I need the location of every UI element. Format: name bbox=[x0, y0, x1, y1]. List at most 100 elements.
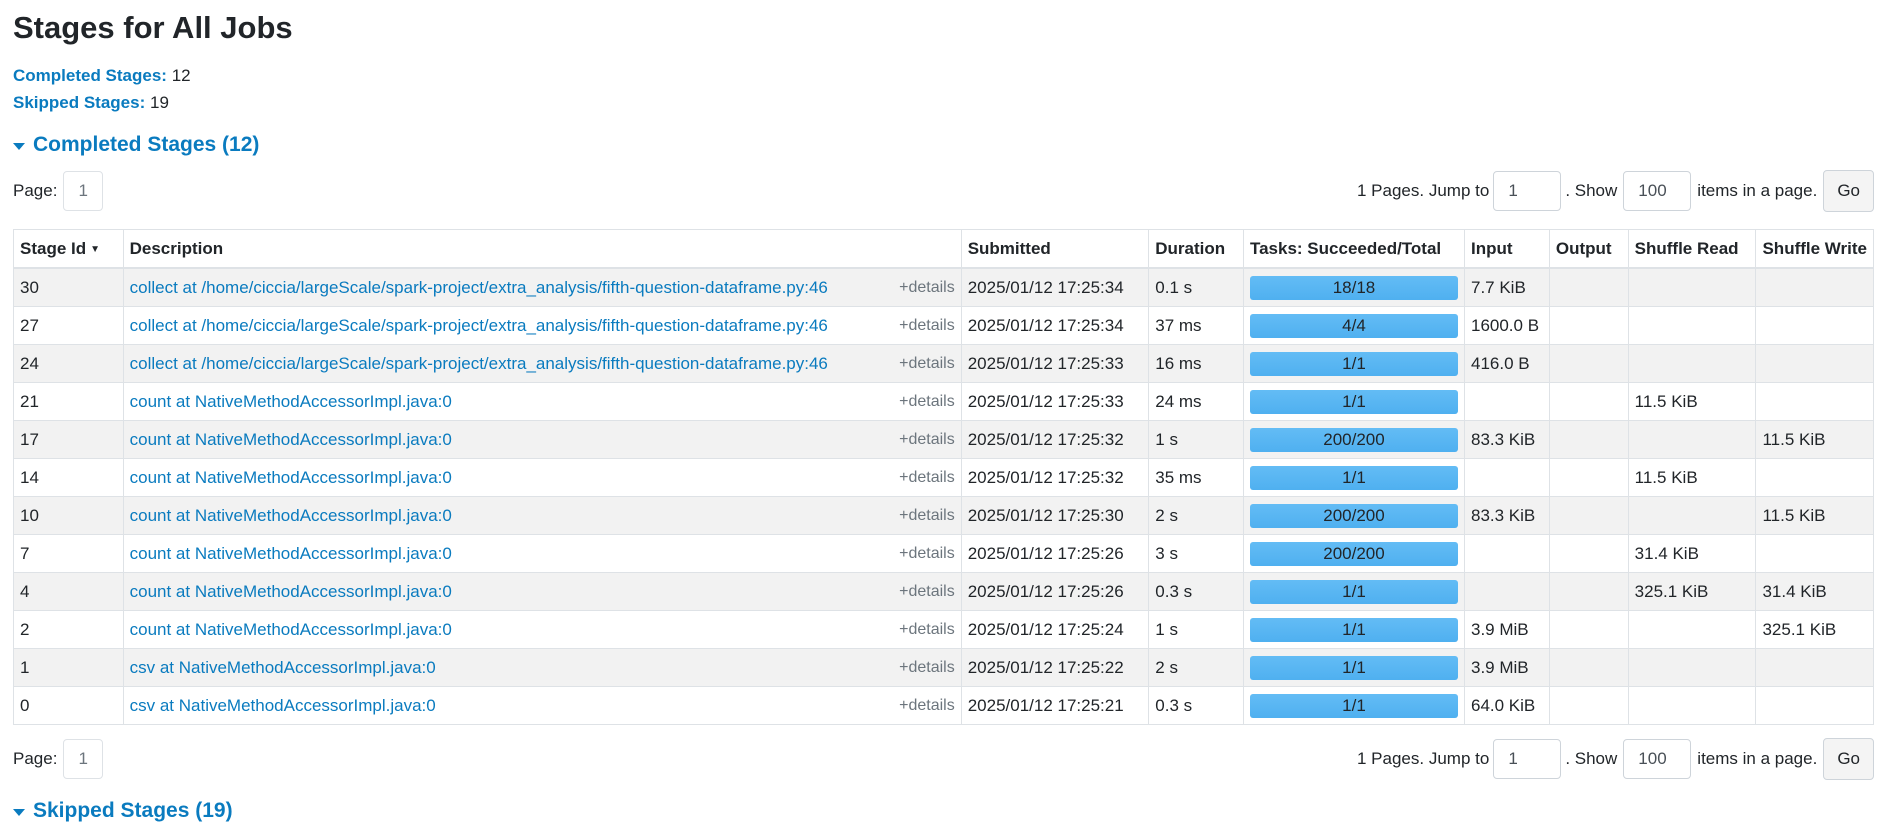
details-toggle[interactable]: +details bbox=[899, 545, 955, 563]
stage-description-link[interactable]: count at NativeMethodAccessorImpl.java:0 bbox=[130, 430, 452, 449]
table-row: 17 count at NativeMethodAccessorImpl.java… bbox=[13, 420, 1874, 459]
stage-description-link[interactable]: count at NativeMethodAccessorImpl.java:0 bbox=[130, 468, 452, 487]
page-title: Stages for All Jobs bbox=[13, 10, 293, 45]
cell-description: csv at NativeMethodAccessorImpl.java:0 +d… bbox=[122, 686, 962, 725]
column-header-description[interactable]: Description bbox=[122, 229, 962, 269]
cell-tasks: 1/1 bbox=[1242, 572, 1465, 611]
cell-input bbox=[1463, 534, 1550, 573]
column-header-shuffle-write[interactable]: Shuffle Write bbox=[1755, 229, 1874, 269]
task-progress-text: 200/200 bbox=[1323, 543, 1385, 563]
cell-description: count at NativeMethodAccessorImpl.java:0… bbox=[122, 382, 962, 421]
details-toggle[interactable]: +details bbox=[899, 583, 955, 601]
column-header-output[interactable]: Output bbox=[1548, 229, 1629, 269]
table-row: 0 csv at NativeMethodAccessorImpl.java:0 +… bbox=[13, 686, 1874, 725]
task-progress-text: 1/1 bbox=[1342, 467, 1366, 487]
cell-output bbox=[1548, 306, 1629, 345]
cell-output bbox=[1548, 458, 1629, 497]
go-button[interactable]: Go bbox=[1823, 738, 1874, 780]
cell-shuffle-write: 11.5 KiB bbox=[1755, 496, 1874, 535]
skipped-stages-header[interactable]: Skipped Stages (19) bbox=[13, 799, 233, 823]
stage-description-link[interactable]: csv at NativeMethodAccessorImpl.java:0 bbox=[130, 696, 436, 715]
stage-description-link[interactable]: count at NativeMethodAccessorImpl.java:0 bbox=[130, 544, 452, 563]
page-size-input[interactable] bbox=[1623, 171, 1692, 211]
completed-stages-link[interactable]: Completed Stages: bbox=[13, 66, 167, 85]
cell-stage-id: 24 bbox=[13, 344, 124, 383]
items-in-page-text: items in a page. bbox=[1697, 749, 1818, 768]
cell-tasks: 200/200 bbox=[1242, 496, 1465, 535]
cell-description: count at NativeMethodAccessorImpl.java:0… bbox=[122, 534, 962, 573]
cell-stage-id: 17 bbox=[13, 420, 124, 459]
task-progress-text: 18/18 bbox=[1332, 277, 1376, 297]
cell-input: 83.3 KiB bbox=[1463, 420, 1550, 459]
cell-duration: 16 ms bbox=[1148, 344, 1244, 383]
table-row: 4 count at NativeMethodAccessorImpl.java:… bbox=[13, 572, 1874, 611]
cell-duration: 0.3 s bbox=[1148, 572, 1244, 611]
page-label: Page: bbox=[13, 181, 58, 200]
column-header-tasks[interactable]: Tasks: Succeeded/Total bbox=[1242, 229, 1465, 269]
page-number-button[interactable]: 1 bbox=[63, 171, 103, 211]
jump-to-page-input[interactable] bbox=[1493, 171, 1562, 211]
cell-shuffle-read bbox=[1627, 648, 1757, 687]
task-progress-bar: 18/18 bbox=[1249, 275, 1458, 300]
details-toggle[interactable]: +details bbox=[899, 355, 955, 373]
cell-input bbox=[1463, 382, 1550, 421]
table-row: 27 collect at /home/ciccia/largeScale/spa… bbox=[13, 306, 1874, 345]
summary-skipped: Skipped Stages: 19 bbox=[13, 89, 191, 116]
cell-shuffle-write bbox=[1755, 344, 1874, 383]
details-toggle[interactable]: +details bbox=[899, 697, 955, 715]
details-toggle[interactable]: +details bbox=[899, 279, 955, 297]
stage-description-link[interactable]: collect at /home/ciccia/largeScale/spark… bbox=[130, 278, 828, 297]
go-button[interactable]: Go bbox=[1823, 170, 1874, 212]
column-header-submitted[interactable]: Submitted bbox=[960, 229, 1150, 269]
cell-output bbox=[1548, 382, 1629, 421]
task-progress-bar: 1/1 bbox=[1249, 351, 1458, 376]
column-header-duration[interactable]: Duration bbox=[1148, 229, 1244, 269]
cell-output bbox=[1548, 496, 1629, 535]
cell-description: collect at /home/ciccia/largeScale/spark… bbox=[122, 344, 962, 383]
stage-description-link[interactable]: count at NativeMethodAccessorImpl.java:0 bbox=[130, 506, 452, 525]
stage-description-link[interactable]: count at NativeMethodAccessorImpl.java:0 bbox=[130, 582, 452, 601]
details-toggle[interactable]: +details bbox=[899, 659, 955, 677]
cell-shuffle-read: 325.1 KiB bbox=[1627, 572, 1757, 611]
show-text: . Show bbox=[1565, 181, 1618, 200]
pager-top-right: 1 Pages. Jump to . Show items in a page.… bbox=[1357, 170, 1874, 212]
skipped-stages-link[interactable]: Skipped Stages: bbox=[13, 93, 145, 112]
stage-description-link[interactable]: count at NativeMethodAccessorImpl.java:0 bbox=[130, 620, 452, 639]
stage-description-link[interactable]: csv at NativeMethodAccessorImpl.java:0 bbox=[130, 658, 436, 677]
cell-shuffle-write bbox=[1755, 458, 1874, 497]
task-progress-text: 1/1 bbox=[1342, 657, 1366, 677]
completed-stages-header[interactable]: Completed Stages (12) bbox=[13, 133, 259, 157]
column-header-input[interactable]: Input bbox=[1463, 229, 1550, 269]
column-header-stage-id[interactable]: Stage Id ▼ bbox=[13, 229, 124, 269]
details-toggle[interactable]: +details bbox=[899, 431, 955, 449]
stage-description-link[interactable]: count at NativeMethodAccessorImpl.java:0 bbox=[130, 392, 452, 411]
task-progress-bar: 200/200 bbox=[1249, 427, 1458, 452]
stage-description-link[interactable]: collect at /home/ciccia/largeScale/spark… bbox=[130, 354, 828, 373]
details-toggle[interactable]: +details bbox=[899, 317, 955, 335]
page: Stages for All Jobs Completed Stages: 1 2… bbox=[0, 0, 1887, 837]
details-toggle[interactable]: +details bbox=[899, 469, 955, 487]
column-header-shuffle-read[interactable]: Shuffle Read bbox=[1627, 229, 1757, 269]
task-progress-text: 1/1 bbox=[1342, 391, 1366, 411]
cell-shuffle-write: 325.1 KiB bbox=[1755, 610, 1874, 649]
cell-tasks: 200/200 bbox=[1242, 420, 1465, 459]
details-toggle[interactable]: +details bbox=[899, 393, 955, 411]
pages-jump-text: 1 Pages. Jump to bbox=[1357, 181, 1490, 200]
page-number-button[interactable]: 1 bbox=[63, 739, 103, 779]
details-toggle[interactable]: +details bbox=[899, 507, 955, 525]
cell-shuffle-write bbox=[1755, 686, 1874, 725]
table-row: 1 csv at NativeMethodAccessorImpl.java:0 +… bbox=[13, 648, 1874, 687]
jump-to-page-input[interactable] bbox=[1493, 739, 1562, 779]
stage-description-link[interactable]: collect at /home/ciccia/largeScale/spark… bbox=[130, 316, 828, 335]
cell-tasks: 200/200 bbox=[1242, 534, 1465, 573]
cell-submitted: 2025/01/12 17:25:22 bbox=[960, 648, 1150, 687]
completed-stages-table: Stage Id ▼ Description Submitted Duration… bbox=[13, 229, 1874, 725]
cell-input: 1600.0 B bbox=[1463, 306, 1550, 345]
table-row: 30 collect at /home/ciccia/largeScale/spa… bbox=[13, 267, 1874, 307]
details-toggle[interactable]: +details bbox=[899, 621, 955, 639]
cell-submitted: 2025/01/12 17:25:21 bbox=[960, 686, 1150, 725]
cell-input: 3.9 MiB bbox=[1463, 648, 1550, 687]
table-row: 24 collect at /home/ciccia/largeScale/spa… bbox=[13, 344, 1874, 383]
cell-description: collect at /home/ciccia/largeScale/spark… bbox=[122, 306, 962, 345]
page-size-input[interactable] bbox=[1623, 739, 1692, 779]
